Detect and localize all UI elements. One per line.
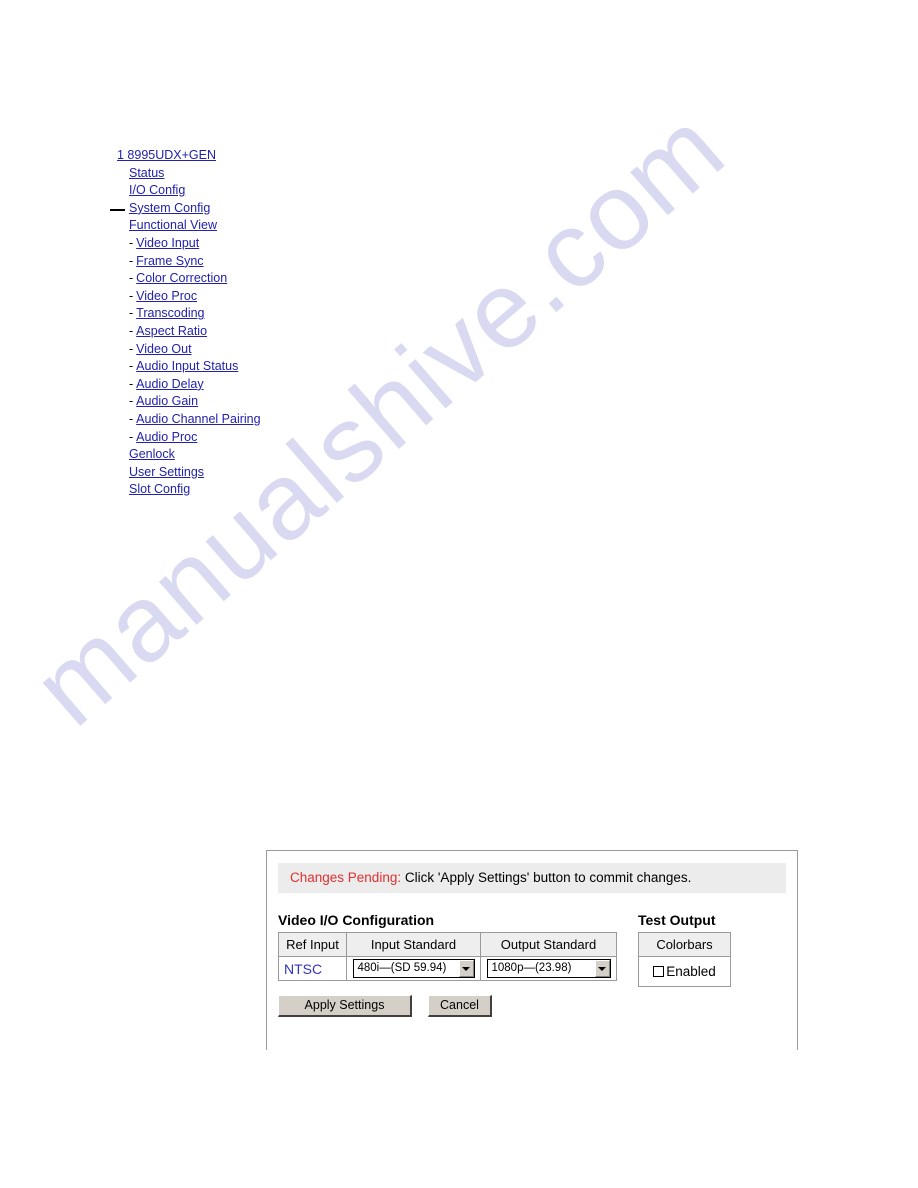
checkbox-icon[interactable]	[653, 965, 665, 977]
changes-pending-message: Click 'Apply Settings' button to commit …	[404, 870, 692, 885]
tree-item-label[interactable]: Color Correction	[136, 271, 227, 285]
cell-colorbars-enabled: Enabled	[638, 956, 731, 987]
tree-bullet: -	[129, 429, 134, 444]
tree-item-system-config[interactable]: System Config	[110, 200, 210, 218]
tree-item-functional-view[interactable]: Functional View	[129, 217, 217, 235]
tree-item-audio-input-status[interactable]: - Audio Input Status	[129, 358, 238, 376]
test-output-header-row: Colorbars	[638, 932, 731, 957]
video-io-configuration-section: Video I/O Configuration Ref Input Input …	[278, 912, 617, 981]
tree-item-audio-proc[interactable]: - Audio Proc	[129, 429, 197, 447]
cancel-button[interactable]: Cancel	[428, 995, 492, 1017]
tree-item-label[interactable]: Audio Channel Pairing	[136, 412, 260, 426]
cell-output-standard: 1080p—(23.98)	[480, 956, 617, 981]
tree-bullet: -	[129, 253, 134, 268]
tree-item-label[interactable]: Video Input	[136, 236, 199, 250]
panel-button-row: Apply Settings Cancel	[278, 995, 797, 1017]
tree-item-transcoding[interactable]: - Transcoding	[129, 305, 205, 323]
header-input-standard: Input Standard	[346, 932, 481, 957]
input-standard-value: 480i—(SD 59.94)	[357, 962, 447, 974]
tree-bullet: -	[129, 236, 134, 250]
test-output-value-row: Enabled	[638, 956, 731, 987]
tree-item-video-proc[interactable]: - Video Proc	[129, 288, 197, 306]
chevron-down-icon[interactable]	[594, 960, 610, 977]
tree-item-video-out[interactable]: - Video Out	[129, 341, 192, 359]
tree-item-color-correction[interactable]: - Color Correction	[129, 270, 227, 288]
tree-item-label[interactable]: Frame Sync	[136, 254, 203, 268]
cell-ref-input: NTSC	[278, 956, 347, 981]
video-io-title: Video I/O Configuration	[278, 912, 435, 928]
tree-item-aspect-ratio[interactable]: - Aspect Ratio	[129, 323, 207, 341]
tree-item-label[interactable]: Audio Gain	[136, 394, 198, 408]
video-io-value-row: NTSC 480i—(SD 59.94) 1080p—(23.98)	[278, 956, 617, 981]
test-output-section: Test Output Colorbars Enabled	[638, 912, 731, 987]
video-io-header-row: Ref Input Input Standard Output Standard	[278, 932, 617, 957]
tree-bullet: -	[129, 359, 134, 374]
tree-item-i-o-config[interactable]: I/O Config	[129, 182, 185, 200]
apply-settings-button[interactable]: Apply Settings	[278, 995, 412, 1017]
input-standard-select[interactable]: 480i—(SD 59.94)	[352, 959, 475, 978]
video-io-table: Ref Input Input Standard Output Standard…	[278, 932, 617, 981]
system-config-panel: Changes Pending: Click 'Apply Settings' …	[266, 850, 798, 1050]
test-output-table: Colorbars Enabled	[638, 932, 731, 987]
tree-item-video-input[interactable]: - Video Input	[129, 235, 199, 253]
colorbars-enabled-label: Enabled	[666, 963, 716, 979]
tree-bullet: -	[129, 341, 134, 356]
tree-item-label[interactable]: Functional View	[129, 218, 217, 232]
tree-item-genlock[interactable]: Genlock	[129, 446, 175, 464]
output-standard-value: 1080p—(23.98)	[491, 962, 572, 974]
tree-item-status[interactable]: Status	[129, 165, 164, 183]
tree-item-label[interactable]: Audio Delay	[136, 377, 203, 391]
header-colorbars: Colorbars	[638, 932, 731, 957]
cell-input-standard: 480i—(SD 59.94)	[346, 956, 481, 981]
tree-item-label[interactable]: Slot Config	[129, 482, 190, 496]
tree-item-label[interactable]: Aspect Ratio	[136, 324, 207, 338]
chevron-down-icon[interactable]	[458, 960, 474, 977]
tree-item-frame-sync[interactable]: - Frame Sync	[129, 253, 204, 271]
output-standard-select[interactable]: 1080p—(23.98)	[486, 959, 611, 978]
tree-bullet: -	[129, 288, 134, 303]
header-ref-input: Ref Input	[278, 932, 347, 957]
tree-item-label[interactable]: System Config	[129, 201, 210, 215]
tree-bullet: -	[129, 324, 134, 338]
tree-item-label[interactable]: Status	[129, 166, 164, 180]
tree-item-label[interactable]: Audio Input Status	[136, 359, 238, 373]
header-output-standard: Output Standard	[480, 932, 617, 957]
tree-bullet: -	[129, 271, 134, 286]
tree-bullet: -	[129, 306, 134, 321]
watermark-text: manualshive.com	[10, 85, 747, 749]
tree-item-label[interactable]: Video Proc	[136, 289, 197, 303]
tree-item-label[interactable]: Genlock	[129, 447, 175, 461]
tree-bullet: -	[129, 376, 134, 391]
tree-item-audio-delay[interactable]: - Audio Delay	[129, 376, 204, 394]
selection-marker	[110, 208, 125, 211]
tree-bullet: -	[129, 394, 134, 409]
tree-item-label[interactable]: I/O Config	[129, 183, 185, 197]
tree-item-audio-gain[interactable]: - Audio Gain	[129, 393, 198, 411]
tree-bullet: -	[129, 412, 134, 426]
tree-item-1-8995udx-gen[interactable]: 1 8995UDX+GEN	[117, 147, 216, 165]
tree-item-slot-config[interactable]: Slot Config	[129, 481, 190, 499]
tree-item-label[interactable]: 1 8995UDX+GEN	[117, 148, 216, 162]
tree-item-label[interactable]: Video Out	[136, 342, 191, 356]
tree-item-label[interactable]: User Settings	[129, 465, 204, 479]
tree-item-audio-channel-pairing[interactable]: - Audio Channel Pairing	[129, 411, 261, 429]
colorbars-enabled-control[interactable]: Enabled	[653, 964, 716, 979]
tree-item-label[interactable]: Audio Proc	[136, 430, 197, 444]
test-output-title: Test Output	[638, 912, 716, 928]
changes-pending-label: Changes Pending:	[290, 870, 402, 885]
tree-item-label[interactable]: Transcoding	[136, 306, 204, 320]
tree-item-user-settings[interactable]: User Settings	[129, 464, 204, 482]
ref-input-value: NTSC	[284, 960, 323, 977]
changes-pending-banner: Changes Pending: Click 'Apply Settings' …	[278, 863, 786, 893]
